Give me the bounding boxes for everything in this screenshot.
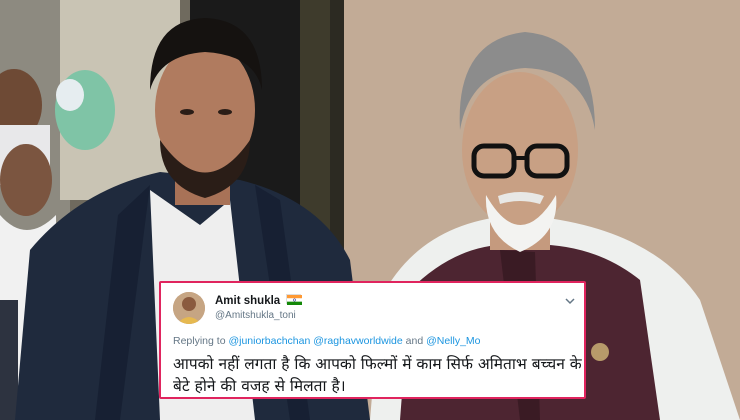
replying-to-label: Replying to: [173, 335, 226, 347]
mention-link[interactable]: @raghavworldwide: [313, 335, 402, 347]
tweet-author[interactable]: Amit shukla: [215, 294, 303, 307]
author-handle[interactable]: @Amitshukla_toni: [215, 310, 296, 321]
and-label: and: [405, 335, 424, 347]
reply-context: Replying to @juniorbachchan @raghavworld…: [173, 335, 481, 347]
chevron-down-icon[interactable]: [564, 292, 576, 305]
author-name: Amit shukla: [215, 295, 281, 307]
mention-link[interactable]: @Nelly_Mo: [426, 335, 480, 347]
india-flag-icon: [286, 294, 303, 305]
mention-link[interactable]: @juniorbachchan: [228, 335, 310, 347]
avatar[interactable]: [173, 292, 205, 324]
avatar-image: [173, 292, 205, 324]
tweet-body: आपको नहीं लगता है कि आपको फिल्मों में का…: [173, 355, 582, 395]
tweet-card[interactable]: Amit shukla @Amitshukla_toni Replying to…: [159, 281, 586, 399]
